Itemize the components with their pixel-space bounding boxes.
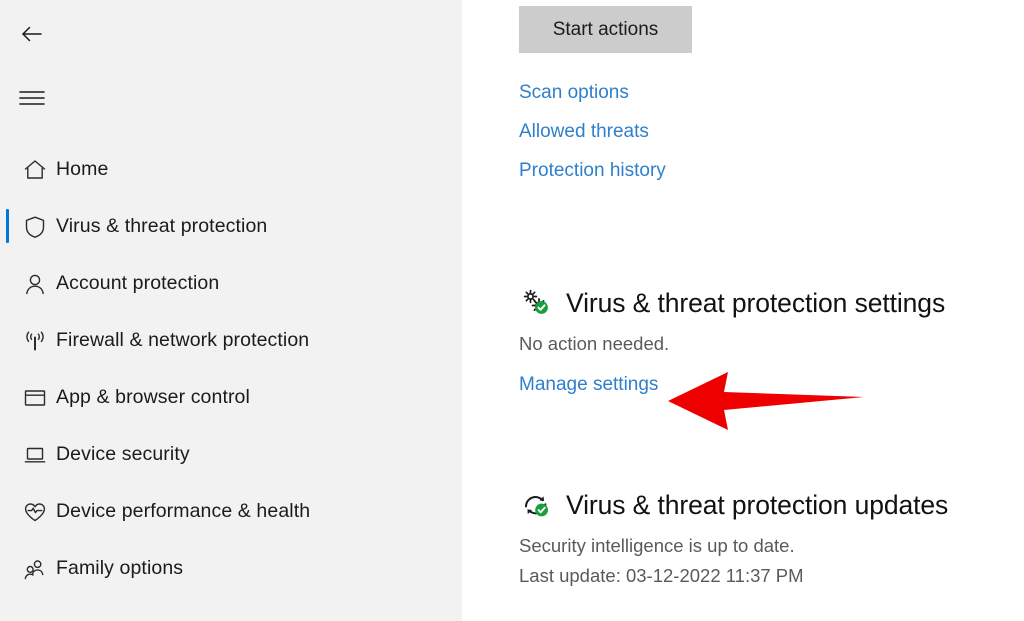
sidebar-item-account-protection[interactable]: Account protection bbox=[0, 255, 462, 312]
sidebar-item-family-options[interactable]: Family options bbox=[0, 540, 462, 597]
sidebar-item-home[interactable]: Home bbox=[0, 141, 462, 198]
sidebar-item-label: Account protection bbox=[56, 272, 220, 294]
sidebar-item-label: Family options bbox=[56, 557, 184, 579]
protection-history-link[interactable]: Protection history bbox=[519, 160, 666, 182]
sidebar-item-label: Virus & threat protection bbox=[56, 215, 268, 237]
section-title: Virus & threat protection updates bbox=[566, 489, 949, 520]
virus-threat-protection-updates-section: Virus & threat protection updates Securi… bbox=[519, 485, 1024, 587]
window-icon bbox=[14, 385, 56, 411]
people-icon bbox=[14, 556, 56, 582]
sidebar-item-device-security[interactable]: Device security bbox=[0, 426, 462, 483]
section-status-text: No action needed. bbox=[519, 333, 670, 354]
hamburger-icon bbox=[19, 89, 45, 107]
arrow-left-icon bbox=[17, 19, 47, 49]
selection-indicator bbox=[6, 209, 9, 243]
section-title: Virus & threat protection settings bbox=[566, 287, 946, 318]
sidebar-item-app-browser-control[interactable]: App & browser control bbox=[0, 369, 462, 426]
sidebar-item-label: Device performance & health bbox=[56, 500, 311, 522]
sidebar-item-device-performance-health[interactable]: Device performance & health bbox=[0, 483, 462, 540]
gears-check-icon bbox=[519, 286, 553, 320]
refresh-check-icon bbox=[519, 488, 553, 522]
scan-options-link[interactable]: Scan options bbox=[519, 82, 629, 104]
sidebar-item-label: Firewall & network protection bbox=[56, 329, 310, 351]
laptop-icon bbox=[14, 442, 56, 468]
main-content: Start actions Scan options Allowed threa… bbox=[462, 0, 1024, 621]
menu-button[interactable] bbox=[8, 74, 56, 122]
quick-links-list: Scan options Allowed threats Protection … bbox=[519, 82, 666, 182]
sidebar-item-label: Home bbox=[56, 158, 109, 180]
section-header: Virus & threat protection settings bbox=[519, 283, 1024, 323]
allowed-threats-link[interactable]: Allowed threats bbox=[519, 121, 649, 143]
back-button[interactable] bbox=[8, 10, 56, 58]
sidebar: Home Virus & threat protection Account p… bbox=[0, 0, 462, 621]
shield-icon bbox=[14, 214, 56, 240]
heart-pulse-icon bbox=[14, 499, 56, 525]
sidebar-item-label: App & browser control bbox=[56, 386, 250, 408]
sidebar-item-label: Device security bbox=[56, 443, 190, 465]
sidebar-nav-list: Home Virus & threat protection Account p… bbox=[0, 141, 462, 597]
manage-settings-link[interactable]: Manage settings bbox=[519, 374, 658, 396]
broadcast-icon bbox=[14, 328, 56, 354]
person-icon bbox=[14, 271, 56, 297]
sidebar-item-firewall-network-protection[interactable]: Firewall & network protection bbox=[0, 312, 462, 369]
home-icon bbox=[14, 157, 56, 183]
last-update-text: Last update: 03-12-2022 11:37 PM bbox=[519, 565, 804, 586]
sidebar-item-virus-threat-protection[interactable]: Virus & threat protection bbox=[0, 198, 462, 255]
virus-threat-protection-settings-section: Virus & threat protection settings No ac… bbox=[519, 283, 1024, 396]
section-status-text: Security intelligence is up to date. bbox=[519, 535, 795, 556]
windows-security-window: Home Virus & threat protection Account p… bbox=[0, 0, 1024, 621]
start-actions-button[interactable]: Start actions bbox=[519, 6, 692, 53]
section-header: Virus & threat protection updates bbox=[519, 485, 1024, 525]
